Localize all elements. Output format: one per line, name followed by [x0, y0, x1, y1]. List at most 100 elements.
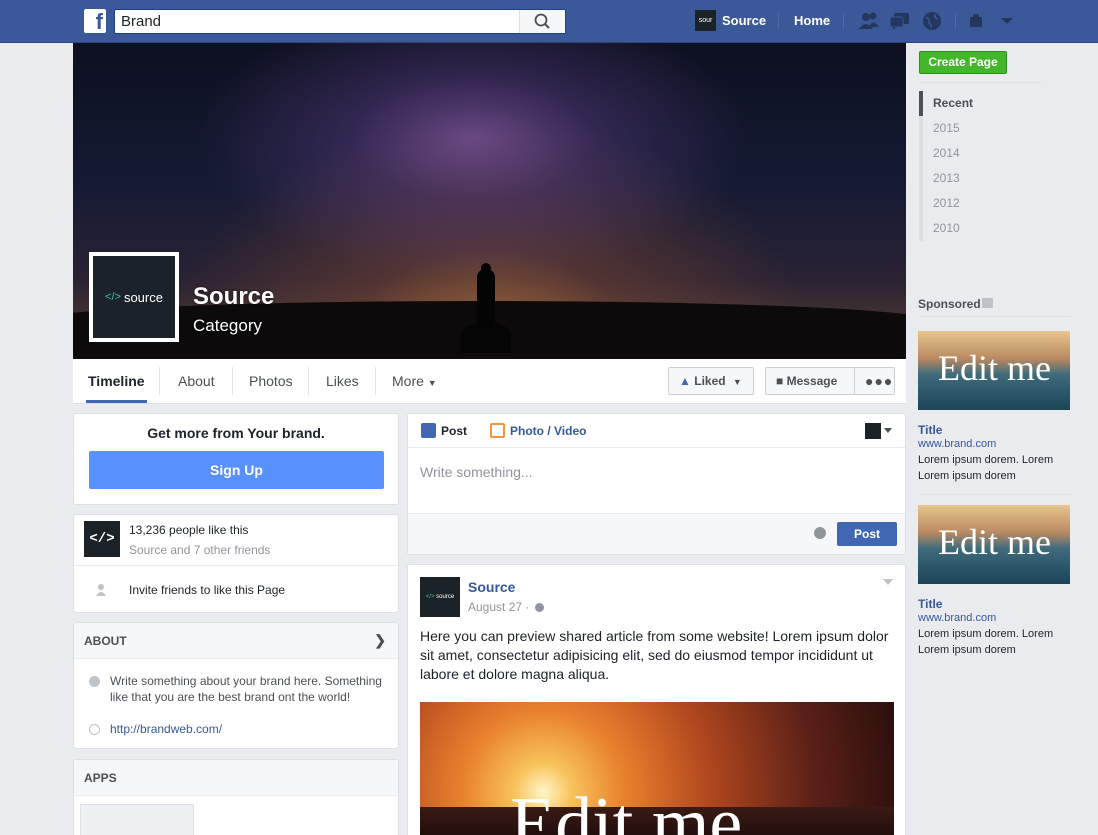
create-page-button[interactable]: Create Page — [919, 51, 1007, 74]
composer-tab-photo-video[interactable]: Photo / Video — [510, 424, 586, 438]
messages-icon[interactable] — [889, 11, 911, 31]
info-icon — [89, 676, 100, 687]
audience-globe-icon[interactable] — [814, 527, 826, 539]
cover-rock — [461, 323, 511, 353]
search-input[interactable] — [115, 10, 515, 33]
facebook-logo-icon[interactable]: f — [84, 9, 106, 33]
code-tag-icon: </> — [425, 594, 435, 600]
profile-name-link[interactable]: Source — [722, 13, 766, 28]
year-item-2013[interactable]: 2013 — [919, 166, 979, 191]
notifications-globe-icon[interactable] — [921, 11, 943, 31]
likes-count[interactable]: 13,236 people like this — [129, 523, 248, 537]
friends-like-text[interactable]: Source and 7 other friends — [129, 543, 270, 557]
cover-photo[interactable]: </> source Source Category — [73, 43, 906, 359]
year-item-2012[interactable]: 2012 — [919, 191, 979, 216]
tab-divider — [308, 367, 309, 395]
divider — [919, 316, 1071, 317]
message-button[interactable]: ■ Message — [765, 367, 855, 395]
tab-timeline[interactable]: Timeline — [86, 359, 147, 403]
more-options-button[interactable]: ●●● — [854, 367, 895, 395]
liked-button[interactable]: ▲ Liked ▼ — [668, 367, 754, 395]
year-item-2015[interactable]: 2015 — [919, 116, 979, 141]
post-text: Here you can preview shared article from… — [420, 628, 889, 682]
globe-icon — [89, 724, 100, 735]
divider — [74, 565, 398, 566]
page-profile-picture[interactable]: </> source — [89, 252, 179, 342]
apps-card: APPS — [73, 759, 399, 835]
ad-url[interactable]: www.brand.com — [918, 438, 996, 450]
code-tag-icon: </> — [105, 291, 121, 303]
divider — [919, 82, 1042, 83]
profile-avatar[interactable]: sour — [695, 10, 716, 31]
tab-photos[interactable]: Photos — [249, 359, 293, 403]
year-item-2014[interactable]: 2014 — [919, 141, 979, 166]
tab-more[interactable]: More ▼ — [392, 359, 437, 403]
post-author-avatar[interactable]: </> source — [420, 577, 460, 617]
composer-footer: Post — [408, 513, 905, 554]
about-title: ABOUT — [84, 634, 127, 648]
chevron-right-icon[interactable]: ❯ — [374, 632, 386, 649]
ad-title[interactable]: Title — [918, 423, 942, 437]
invite-friends-link[interactable]: Invite friends to like this Page — [129, 583, 285, 597]
sign-up-button[interactable]: Sign Up — [89, 451, 384, 489]
chevron-down-icon: ▼ — [732, 377, 742, 387]
chevron-down-icon[interactable] — [883, 579, 893, 585]
page-logo-text: source — [123, 289, 163, 305]
chevron-down-icon: ▼ — [427, 378, 437, 388]
post-button[interactable]: Post — [837, 522, 897, 546]
megaphone-icon — [982, 298, 993, 308]
page-name[interactable]: Source — [193, 283, 274, 311]
ellipsis-icon: ●●● — [865, 373, 894, 389]
tab-about[interactable]: About — [178, 359, 215, 403]
photo-icon — [490, 423, 505, 438]
get-more-card: Get more from Your brand. Sign Up — [73, 413, 399, 505]
website-link[interactable]: http://brandweb.com/ — [110, 722, 222, 736]
public-globe-icon — [535, 603, 544, 612]
post-date[interactable]: August 27 · — [468, 600, 529, 614]
about-card: ABOUT ❯ Write something about your brand… — [73, 622, 399, 749]
page-logo-icon[interactable]: </> — [84, 521, 120, 557]
ad-image[interactable]: Edit me — [918, 505, 1070, 584]
search-icon — [534, 13, 550, 29]
about-description: Write something about your brand here. S… — [110, 674, 382, 704]
apps-header: APPS — [74, 760, 398, 796]
liked-label: Liked — [694, 374, 726, 388]
tab-divider — [159, 367, 160, 395]
ad-url[interactable]: www.brand.com — [918, 612, 996, 624]
cover-person-silhouette — [477, 269, 495, 327]
divider — [919, 494, 1071, 495]
post-image[interactable]: Edit me — [420, 702, 894, 835]
thumbs-up-icon: ▲ — [679, 374, 691, 388]
search-box[interactable] — [114, 9, 566, 34]
add-friend-icon — [96, 584, 106, 596]
message-icon: ■ — [776, 374, 784, 388]
app-tile[interactable] — [80, 804, 194, 835]
composer-tab-post[interactable]: Post — [441, 424, 467, 438]
pencil-icon — [421, 423, 436, 438]
tab-more-label: More — [392, 373, 424, 389]
ad-image-text: Edit me — [938, 348, 1051, 388]
friends-icon[interactable] — [858, 11, 880, 31]
posting-as-avatar[interactable] — [865, 423, 881, 439]
post-avatar-text: source — [436, 594, 455, 600]
post-composer: Post Photo / Video Write something... Po… — [407, 413, 906, 555]
composer-input[interactable]: Write something... — [420, 464, 533, 480]
year-item-2010[interactable]: 2010 — [919, 216, 979, 241]
page-tab-bar: Timeline About Photos Likes More ▼ ▲ Lik… — [73, 359, 906, 404]
chevron-down-icon[interactable] — [996, 11, 1018, 31]
home-link[interactable]: Home — [794, 13, 830, 28]
post-author-name[interactable]: Source — [468, 579, 515, 595]
chevron-down-icon[interactable] — [884, 428, 892, 433]
nav-divider — [843, 13, 844, 30]
get-more-title: Get more from Your brand. — [147, 425, 325, 441]
ad-title[interactable]: Title — [918, 597, 942, 611]
settings-icon[interactable] — [968, 11, 990, 31]
page-category[interactable]: Category — [193, 316, 262, 336]
year-item-recent[interactable]: Recent — [919, 91, 979, 116]
sponsored-heading: Sponsored — [918, 297, 981, 311]
composer-tabs: Post Photo / Video — [408, 414, 905, 448]
tab-likes[interactable]: Likes — [326, 359, 359, 403]
ad-image[interactable]: Edit me — [918, 331, 1070, 410]
about-header[interactable]: ABOUT ❯ — [74, 623, 398, 659]
search-button[interactable] — [519, 10, 565, 33]
